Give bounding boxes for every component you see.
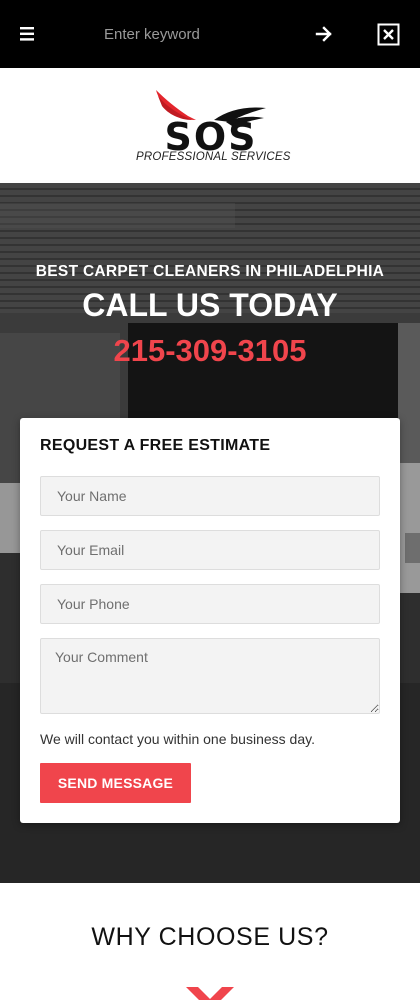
search-bar bbox=[0, 0, 420, 68]
form-title: REQUEST A FREE ESTIMATE bbox=[40, 437, 271, 454]
send-message-button[interactable]: SEND MESSAGE bbox=[40, 763, 191, 803]
name-field[interactable] bbox=[40, 476, 380, 516]
comment-field[interactable] bbox=[40, 638, 380, 714]
logo-tagline: PROFESSIONAL SERVICES bbox=[136, 151, 291, 163]
hero-subtitle: BEST CARPET CLEANERS IN PHILADELPHIA bbox=[35, 263, 385, 280]
hamburger-menu-icon[interactable] bbox=[20, 24, 44, 44]
estimate-form: REQUEST A FREE ESTIMATE We will contact … bbox=[20, 418, 400, 823]
eagle-wings-icon: SOS bbox=[156, 90, 266, 152]
svg-text:SOS: SOS bbox=[164, 115, 257, 152]
feature-icon bbox=[186, 987, 234, 1000]
why-choose-us-section: WHY CHOOSE US? bbox=[0, 883, 420, 1000]
close-box-icon[interactable] bbox=[377, 23, 400, 46]
email-field[interactable] bbox=[40, 530, 380, 570]
arrow-right-icon[interactable] bbox=[312, 22, 336, 46]
form-note: We will contact you within one business … bbox=[40, 731, 315, 747]
hero-section: BEST CARPET CLEANERS IN PHILADELPHIA CAL… bbox=[0, 183, 420, 883]
site-logo[interactable]: SOS PROFESSIONAL SERVICES bbox=[136, 86, 291, 166]
hero-title: CALL US TODAY bbox=[82, 287, 338, 323]
search-input[interactable] bbox=[96, 18, 296, 50]
site-header: SOS PROFESSIONAL SERVICES bbox=[0, 68, 420, 183]
phone-link[interactable]: 215-309-3105 bbox=[0, 333, 420, 369]
phone-field[interactable] bbox=[40, 584, 380, 624]
section-title: WHY CHOOSE US? bbox=[91, 923, 329, 951]
